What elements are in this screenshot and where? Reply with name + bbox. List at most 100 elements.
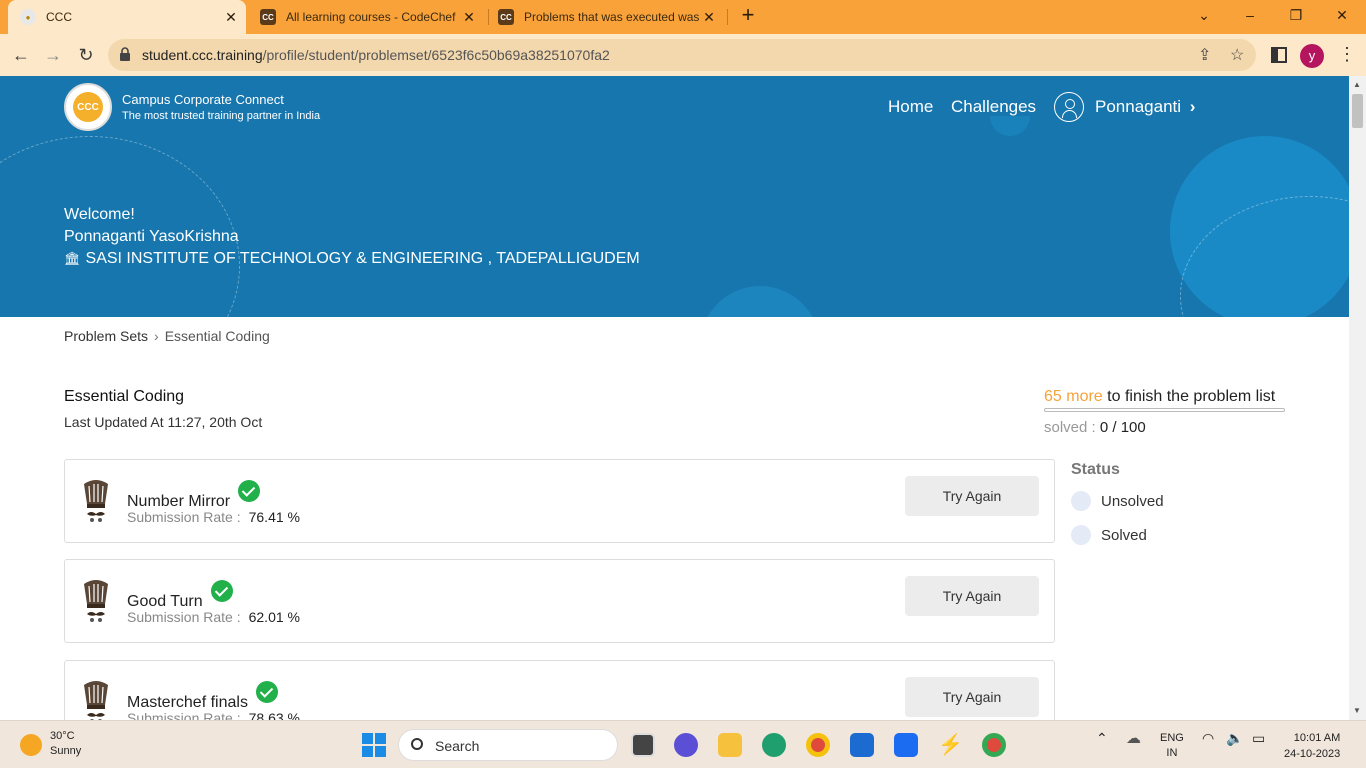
brand-tagline: The most trusted training partner in Ind… (122, 110, 321, 122)
page-viewport: CCC Campus Corporate Connect The most tr… (0, 76, 1349, 720)
tab-search-chevron-icon[interactable]: ⌄ (1184, 4, 1224, 28)
share-icon[interactable]: ⇪ (1198, 45, 1211, 65)
problem-card[interactable]: Good Turn Submission Rate : 62.01 % Try A… (64, 559, 1055, 643)
bookmark-star-icon[interactable]: ☆ (1230, 45, 1244, 65)
welcome-block: Welcome! Ponnaganti YasoKrishna 🏛 SASI IN… (64, 204, 640, 270)
url-path: /profile/student/problemset/6523f6c50b69… (262, 47, 610, 63)
last-updated-text: Last Updated At 11:27, 20th Oct (64, 414, 263, 430)
clock-date: 24-10-2023 (1284, 748, 1341, 760)
problem-card[interactable]: Masterchef finals Submission Rate : 78.63… (64, 660, 1055, 720)
weather-widget[interactable]: 30°C Sunny (50, 729, 81, 759)
onedrive-cloud-icon[interactable]: ☁ (1126, 731, 1141, 746)
problem-name[interactable]: Masterchef finals (127, 681, 278, 712)
lang-bottom: IN (1166, 747, 1178, 759)
minimize-button[interactable]: – (1230, 4, 1270, 28)
battery-icon[interactable]: ▭ (1252, 731, 1265, 746)
nav-user-name: Ponnaganti (1095, 97, 1182, 116)
dropbox-icon[interactable] (894, 733, 918, 757)
app-bolt-icon[interactable]: ⚡ (938, 733, 963, 757)
close-tab-icon[interactable]: ✕ (700, 9, 718, 26)
tab-codechef-problems[interactable]: CC Problems that was executed was ✕ (492, 0, 724, 34)
chef-hat-icon (84, 480, 108, 522)
scroll-up-arrow-icon[interactable]: ▲ (1353, 80, 1361, 89)
breadcrumb-current: Essential Coding (164, 328, 270, 344)
user-avatar-icon[interactable] (1054, 92, 1084, 122)
problem-name[interactable]: Number Mirror (127, 480, 261, 511)
nav-home-link[interactable]: Home (888, 97, 933, 117)
windows-start-icon[interactable] (362, 733, 386, 757)
new-tab-button[interactable]: + (736, 4, 760, 28)
back-arrow-icon[interactable]: ← (8, 42, 34, 68)
try-again-button[interactable]: Try Again (905, 576, 1039, 616)
taskbar-search[interactable]: Search (398, 729, 618, 761)
weather-sun-icon[interactable] (20, 734, 42, 756)
edge-browser-icon[interactable] (762, 733, 786, 757)
try-again-button[interactable]: Try Again (905, 677, 1039, 717)
clock-time: 10:01 AM (1293, 732, 1341, 744)
tab-ccc[interactable]: ● CCC ✕ (8, 0, 246, 34)
chef-hat-icon (84, 681, 108, 720)
reload-icon[interactable]: ↻ (73, 42, 99, 68)
wifi-icon[interactable]: ◠ (1202, 731, 1214, 746)
menu-kebab-icon[interactable]: ⋮ (1338, 44, 1356, 65)
problem-title[interactable]: Masterchef finals (127, 694, 248, 711)
system-clock[interactable]: 10:01 AM 24-10-2023 (1284, 730, 1340, 762)
problem-card[interactable]: Number Mirror Submission Rate : 76.41 % T… (64, 459, 1055, 543)
tab-title: All learning courses - CodeChef (286, 10, 456, 24)
try-again-button[interactable]: Try Again (905, 476, 1039, 516)
problem-progress: 65 more to finish the problem list solve… (1044, 388, 1285, 436)
institution-icon: 🏛 (64, 251, 81, 266)
solved-check-icon (238, 480, 261, 502)
rate-label: Submission Rate : (127, 509, 241, 525)
side-panel-icon[interactable] (1271, 47, 1287, 63)
nav-challenges-link[interactable]: Challenges (951, 97, 1036, 117)
chevron-right-icon: › (1189, 97, 1196, 116)
problem-name[interactable]: Good Turn (127, 580, 233, 611)
rate-label: Submission Rate : (127, 710, 241, 720)
search-icon (411, 738, 423, 750)
mail-icon[interactable] (850, 733, 874, 757)
status-option-unsolved[interactable]: Unsolved (1071, 491, 1164, 511)
file-explorer-icon[interactable] (718, 733, 742, 757)
radio-button[interactable] (1071, 491, 1091, 511)
tray-chevron-up-icon[interactable]: ⌃ (1096, 731, 1108, 746)
breadcrumb: Problem Sets › Essential Coding (64, 328, 270, 344)
rate-label: Submission Rate : (127, 609, 241, 625)
nav-user-menu[interactable]: Ponnaganti › (1095, 97, 1195, 117)
url-domain: student.ccc.training (142, 47, 263, 63)
chef-hat-icon (84, 580, 108, 622)
vertical-scrollbar[interactable]: ▲ ▼ (1349, 76, 1366, 720)
chrome-profile-icon[interactable] (982, 733, 1006, 757)
meet-chat-icon[interactable] (674, 733, 698, 757)
breadcrumb-problem-sets[interactable]: Problem Sets (64, 328, 148, 344)
scroll-down-arrow-icon[interactable]: ▼ (1353, 706, 1361, 715)
logo-emblem: CCC (73, 92, 103, 122)
profile-avatar[interactable]: y (1300, 44, 1324, 68)
chrome-icon[interactable] (806, 733, 830, 757)
language-indicator[interactable]: ENG IN (1160, 731, 1184, 761)
ccc-logo[interactable]: CCC (64, 83, 112, 131)
address-bar[interactable]: student.ccc.training/profile/student/pro… (108, 39, 1256, 71)
browser-toolbar: ← → ↻ student.ccc.training/profile/stude… (0, 34, 1366, 76)
forward-arrow-icon[interactable]: → (40, 42, 66, 68)
submission-rate: Submission Rate : 76.41 % (127, 509, 300, 525)
option-label: Solved (1101, 526, 1147, 544)
institute-name: SASI INSTITUTE OF TECHNOLOGY & ENGINEERI… (85, 250, 640, 267)
tab-title: Problems that was executed was (524, 10, 700, 24)
close-tab-icon[interactable]: ✕ (222, 9, 240, 26)
close-window-button[interactable]: ✕ (1322, 4, 1362, 28)
problem-title[interactable]: Number Mirror (127, 493, 230, 510)
task-view-icon[interactable] (631, 733, 655, 757)
scrollbar-thumb[interactable] (1352, 94, 1363, 128)
radio-button[interactable] (1071, 525, 1091, 545)
tab-title: CCC (46, 10, 72, 24)
tab-codechef-courses[interactable]: CC All learning courses - CodeChef ✕ (252, 0, 484, 34)
status-option-solved[interactable]: Solved (1071, 525, 1164, 545)
problem-title[interactable]: Good Turn (127, 593, 203, 610)
status-heading: Status (1071, 461, 1120, 478)
status-filter: Status Unsolved Solved (1071, 461, 1164, 545)
codechef-favicon-icon: CC (498, 9, 514, 25)
maximize-button[interactable]: ❐ (1276, 4, 1316, 28)
volume-icon[interactable]: 🔈 (1226, 731, 1243, 746)
close-tab-icon[interactable]: ✕ (460, 9, 478, 26)
